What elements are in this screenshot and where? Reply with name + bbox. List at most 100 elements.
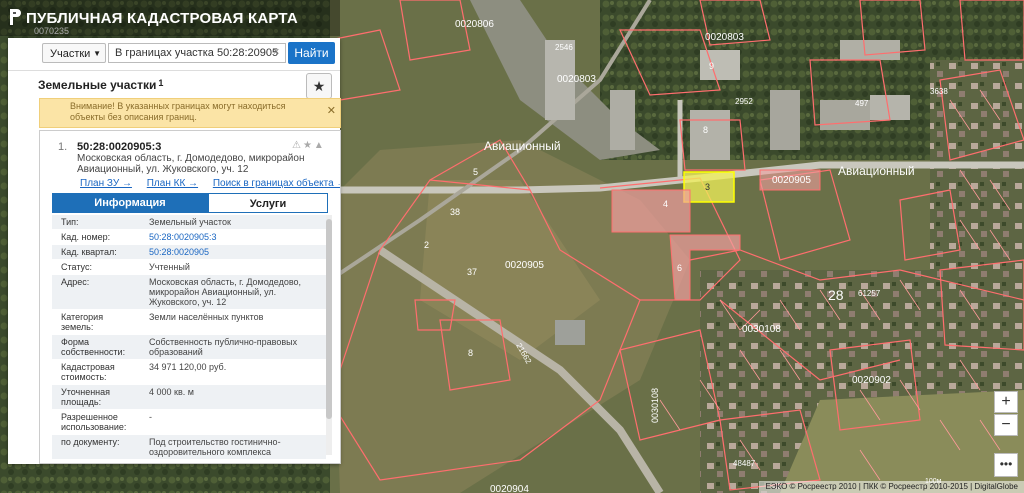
plan-kk-link[interactable]: План КК → xyxy=(147,178,198,189)
map-label: 3 xyxy=(705,182,710,192)
results-count: 1 xyxy=(158,78,164,88)
result-address: Московская область, г. Домодедово, микро… xyxy=(77,153,305,175)
properties-table: Тип: Земельный участок Кад. номер: 50:28:00… xyxy=(52,215,326,463)
tab-services[interactable]: Услуги xyxy=(208,193,328,213)
clear-icon[interactable]: × xyxy=(273,46,279,58)
map-label: 0020806 xyxy=(455,19,494,30)
property-key: Тип: xyxy=(52,215,140,230)
chevron-down-icon: ▼ xyxy=(93,49,101,58)
map-label: 6 xyxy=(677,263,682,273)
map-label: 48487 xyxy=(733,459,756,468)
search-button[interactable]: Найти xyxy=(288,42,335,64)
search-row: Участки ▼ В границах участка 50:28:20905… xyxy=(8,38,340,71)
warning-banner: Внимание! В указанных границах могут нах… xyxy=(39,98,341,128)
property-row: Кад. квартал: 50:28:0020905 xyxy=(52,244,326,260)
logo-icon xyxy=(10,9,21,25)
result-action-icons[interactable]: ⚠★▲ xyxy=(292,140,326,151)
close-icon[interactable]: ✕ xyxy=(327,106,336,117)
property-value: - xyxy=(140,409,326,435)
results-title: Земельные участки 1 xyxy=(38,78,163,92)
property-row: Категория земель: Земли населённых пункто… xyxy=(52,309,326,335)
more-button[interactable]: ••• xyxy=(994,453,1018,477)
map-label: 37 xyxy=(467,267,477,277)
property-key: Разрешенное использование: xyxy=(52,409,140,435)
map-label: Авиационный xyxy=(484,139,561,153)
search-type-select[interactable]: Участки ▼ xyxy=(42,43,106,63)
plan-zu-link[interactable]: План ЗУ → xyxy=(80,178,132,189)
property-value: 4 000 кв. м xyxy=(140,384,326,410)
property-row: Адрес: Московская область, г. Домодедово,… xyxy=(52,274,326,310)
result-number: 1. xyxy=(58,141,68,153)
result-tabs: Информация Услуги xyxy=(52,193,328,213)
map-label: 9 xyxy=(709,61,714,71)
property-row: Кадастровый инженер:ООО "ГеоСтар" xyxy=(52,459,326,463)
map-label: 0020902 xyxy=(852,375,891,386)
zoom-in-button[interactable]: + xyxy=(994,391,1018,413)
property-key: Форма собственности: xyxy=(52,334,140,360)
property-row: Кадастровая стоимость: 34 971 120,00 руб. xyxy=(52,359,326,385)
map-label: 0030108 xyxy=(742,324,781,335)
zoom-out-button[interactable]: − xyxy=(994,414,1018,436)
property-row: Разрешенное использование: - xyxy=(52,409,326,435)
property-key: Категория земель: xyxy=(52,309,140,335)
property-row: Форма собственности: Собственность публич… xyxy=(52,334,326,360)
map-label: 8 xyxy=(468,348,473,358)
map-label: 28 xyxy=(828,287,844,303)
scrollbar-thumb[interactable] xyxy=(326,219,332,419)
map-label: 2 xyxy=(424,240,429,250)
search-type-label: Участки xyxy=(50,48,91,60)
results-header: Земельные участки 1 ★ xyxy=(8,70,340,99)
property-row: Статус: Учтенный xyxy=(52,259,326,275)
property-value[interactable]: 50:28:0020905 xyxy=(140,244,326,260)
map-label: 2546 xyxy=(555,43,573,52)
property-key: Адрес: xyxy=(52,274,140,310)
app-header: ПУБЛИЧНАЯ КАДАСТРОВАЯ КАРТА xyxy=(0,0,340,36)
map-label: Авиационный xyxy=(838,164,915,178)
map-label: 0020904 xyxy=(490,484,529,493)
property-key: Уточненная площадь: xyxy=(52,384,140,410)
property-key: Кад. номер: xyxy=(52,229,140,245)
map-label: 38 xyxy=(450,207,460,217)
property-row: Уточненная площадь: 4 000 кв. м xyxy=(52,384,326,410)
result-card: 1. 50:28:0020905:3 ⚠★▲ Московская област… xyxy=(39,130,341,464)
map-label: 3638 xyxy=(930,87,948,96)
property-value: Собственность публично-правовых образова… xyxy=(140,334,326,360)
property-key: Кадастровый инженер: xyxy=(52,459,140,463)
search-in-bounds-link[interactable]: Поиск в границах объекта → xyxy=(213,178,340,189)
zoom-controls: + − xyxy=(994,391,1018,437)
map-label: 0020905 xyxy=(772,175,811,186)
property-value: Земельный участок xyxy=(140,215,326,230)
result-cad-id[interactable]: 50:28:0020905:3 xyxy=(77,141,161,153)
property-key: по документу: xyxy=(52,434,140,460)
map-label: 0020803 xyxy=(705,32,744,43)
property-value: Под строительство гостинично-оздоровител… xyxy=(140,434,326,460)
property-value[interactable]: 50:28:0020905:3 xyxy=(140,229,326,245)
scrollbar[interactable] xyxy=(326,215,332,455)
app-title: ПУБЛИЧНАЯ КАДАСТРОВАЯ КАРТА xyxy=(26,10,298,27)
map-label: 0020803 xyxy=(557,74,596,85)
property-key: Кад. квартал: xyxy=(52,244,140,260)
search-input[interactable]: В границах участка 50:28:20905 xyxy=(108,43,286,63)
results-title-text: Земельные участки xyxy=(38,78,157,92)
property-value: Учтенный xyxy=(140,259,326,275)
property-value: Московская область, г. Домодедово, микро… xyxy=(140,274,326,310)
map-label: 5 xyxy=(473,167,478,177)
tab-info[interactable]: Информация xyxy=(52,193,208,213)
map-label: 497 xyxy=(855,99,869,108)
property-row: Тип: Земельный участок xyxy=(52,215,326,230)
property-value: ООО "ГеоСтар" xyxy=(140,459,326,463)
property-row: Кад. номер: 50:28:0020905:3 xyxy=(52,229,326,245)
result-links: План ЗУ → План КК → Поиск в границах объ… xyxy=(80,178,340,189)
favorite-button[interactable]: ★ xyxy=(306,73,332,99)
attribution: ЕЭКО © Росреестр 2010 | ПКК © Росреестр … xyxy=(759,481,1024,493)
property-value: Земли населённых пунктов xyxy=(140,309,326,335)
map-label: 0020905 xyxy=(505,260,544,271)
search-panel: Участки ▼ В границах участка 50:28:20905… xyxy=(8,38,341,464)
map-label: 2952 xyxy=(735,97,753,106)
property-value: 34 971 120,00 руб. xyxy=(140,359,326,385)
map-label: 8 xyxy=(703,125,708,135)
property-key: Статус: xyxy=(52,259,140,275)
map-label: 0030108 xyxy=(650,388,660,423)
warning-text: Внимание! В указанных границах могут нах… xyxy=(70,101,286,122)
map-label: 4 xyxy=(663,199,668,209)
